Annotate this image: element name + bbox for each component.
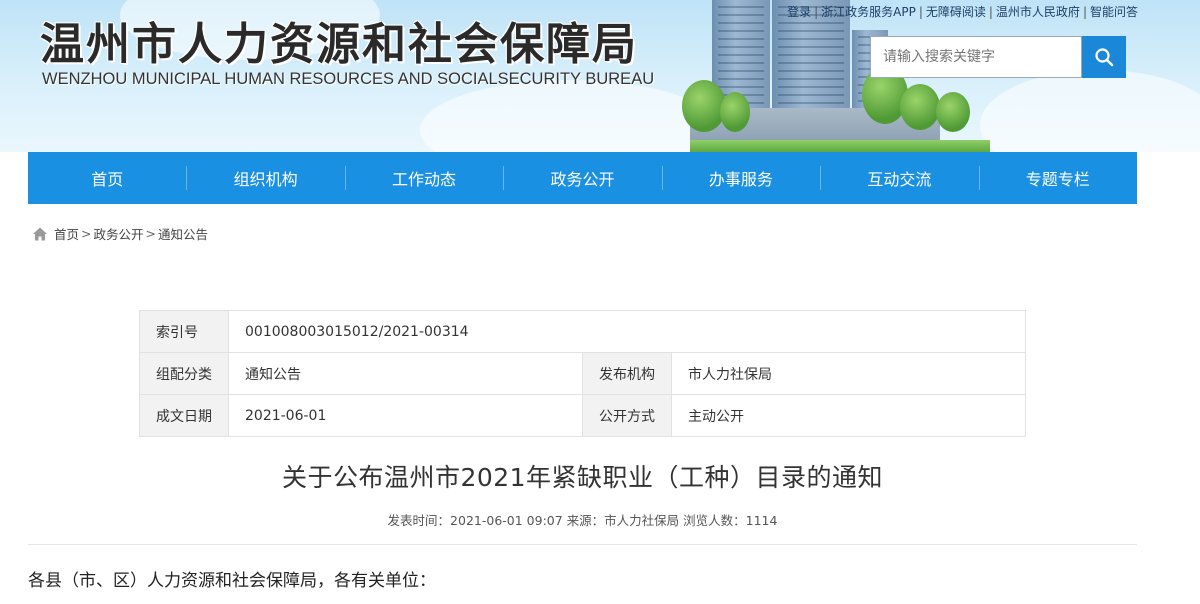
table-row: 组配分类 通知公告 发布机构 市人力社保局 [139, 352, 1026, 395]
article-salutation: 各县（市、区）人力资源和社会保障局，各有关单位： [28, 571, 436, 591]
breadcrumb-notices[interactable]: 通知公告 [158, 224, 208, 243]
publisher-value: 市人力社保局 [671, 352, 1026, 395]
breadcrumb: 首页 > 政务公开 > 通知公告 [32, 224, 208, 243]
index-label: 索引号 [139, 310, 229, 353]
breadcrumb-separator: > [81, 226, 92, 241]
site-title-english: WENZHOU MUNICIPAL HUMAN RESOURCES AND SO… [42, 70, 655, 88]
header-cloud [420, 80, 720, 152]
site-title: 温州市人力资源和社会保障局 [40, 19, 638, 70]
nav-item-special-topics[interactable]: 专题专栏 [978, 152, 1137, 204]
main-nav: 首页 组织机构 工作动态 政务公开 办事服务 互动交流 专题专栏 [28, 152, 1137, 204]
disclosure-value: 主动公开 [671, 394, 1026, 437]
publisher-label: 发布机构 [582, 352, 672, 395]
city-government-link[interactable]: 温州市人民政府 [996, 5, 1080, 19]
site-header: 温州市人力资源和社会保障局 WENZHOU MUNICIPAL HUMAN RE… [0, 0, 1200, 152]
header-cloud [980, 70, 1200, 152]
breadcrumb-government-affairs[interactable]: 政务公开 [94, 224, 144, 243]
search-button[interactable] [1082, 36, 1126, 78]
divider [28, 544, 1137, 545]
category-label: 组配分类 [139, 352, 229, 395]
category-value: 通知公告 [228, 352, 583, 395]
table-row: 成文日期 2021-06-01 公开方式 主动公开 [139, 394, 1026, 437]
smart-qa-link[interactable]: 智能问答 [1090, 5, 1138, 19]
date-value: 2021-06-01 [228, 394, 583, 437]
accessibility-link[interactable]: 无障碍阅读 [926, 5, 986, 19]
top-links: 登录 | 浙江政务服务APP | 无障碍阅读 | 温州市人民政府 | 智能问答 [787, 5, 1138, 19]
search-input[interactable] [870, 36, 1082, 78]
breadcrumb-separator: > [145, 226, 156, 241]
article-title: 关于公布温州市2021年紧缺职业（工种）目录的通知 [281, 463, 884, 492]
nav-item-services[interactable]: 办事服务 [661, 152, 820, 204]
nav-item-interaction[interactable]: 互动交流 [820, 152, 978, 204]
login-link[interactable]: 登录 [787, 5, 811, 19]
nav-item-home[interactable]: 首页 [28, 152, 186, 204]
disclosure-label: 公开方式 [582, 394, 672, 437]
nav-item-work-news[interactable]: 工作动态 [344, 152, 503, 204]
zhejiang-app-link[interactable]: 浙江政务服务APP [821, 5, 916, 19]
nav-item-government-affairs[interactable]: 政务公开 [503, 152, 661, 204]
breadcrumb-home[interactable]: 首页 [54, 224, 79, 243]
home-icon [33, 227, 47, 240]
nav-item-organization[interactable]: 组织机构 [186, 152, 344, 204]
article-meta: 发表时间：2021-06-01 09:07 来源：市人力社保局 浏览人数：111… [387, 513, 778, 528]
index-value: 001008003015012/2021-00314 [228, 310, 1026, 353]
search-icon [1095, 48, 1114, 67]
date-label: 成文日期 [139, 394, 229, 437]
table-row: 索引号 001008003015012/2021-00314 [139, 310, 1026, 353]
document-info-table: 索引号 001008003015012/2021-00314 组配分类 通知公告… [139, 310, 1026, 437]
